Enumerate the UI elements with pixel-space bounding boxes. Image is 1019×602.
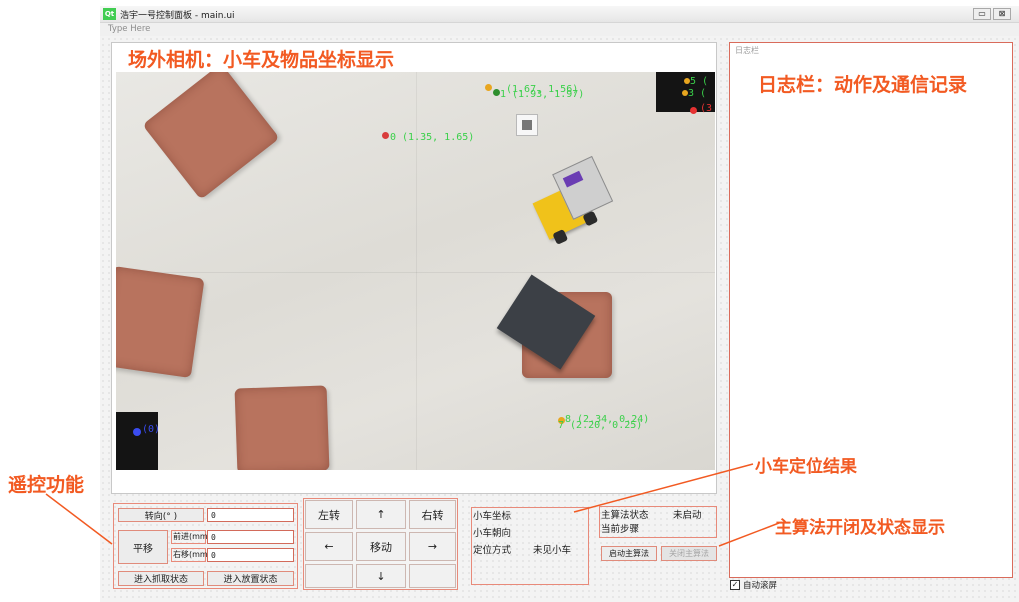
marker-label: (0) bbox=[142, 424, 161, 435]
title-bar: Qt 浩宇一号控制面板 - main.ui ▭ ⊠ bbox=[100, 6, 1019, 23]
algo-state-value: 未启动 bbox=[673, 510, 702, 521]
marker-label: 0 (1.35, 1.65) bbox=[390, 132, 475, 143]
menu-bar: Type Here bbox=[100, 23, 1019, 36]
window-title: 浩宇一号控制面板 - main.ui bbox=[120, 11, 235, 21]
backward-arrow-button[interactable]: ↓ bbox=[356, 564, 406, 588]
minimize-button[interactable]: ▭ bbox=[973, 8, 991, 20]
turn-button[interactable]: 转向(° ) bbox=[118, 508, 204, 522]
marker-label: 7 (2.20, 0.25) bbox=[558, 420, 643, 431]
auto-scroll-checkbox[interactable]: ✓ bbox=[730, 580, 740, 590]
move-button[interactable]: 移动 bbox=[356, 532, 406, 561]
marker-dot bbox=[382, 132, 389, 139]
left-arrow-button[interactable]: ← bbox=[305, 532, 353, 561]
annotation-algo: 主算法开闭及状态显示 bbox=[775, 518, 945, 538]
algo-step-label: 当前步骤 bbox=[601, 524, 640, 535]
robot-car bbox=[525, 153, 627, 250]
annotation-log: 日志栏：动作及通信记录 bbox=[758, 74, 968, 96]
marker-dot bbox=[690, 107, 697, 114]
dpad-empty-cell bbox=[409, 564, 456, 588]
camera-image: (1.67, 1.56) 1 (1.93, 1.97) 0 (1.35, 1.6… bbox=[116, 72, 715, 470]
auto-scroll-label: 自动滚屏 bbox=[743, 581, 778, 591]
log-panel: 日志栏 bbox=[729, 42, 1013, 578]
marker-dot bbox=[133, 428, 141, 436]
foam-tile-left bbox=[116, 266, 205, 378]
foam-tile-bottom bbox=[234, 385, 330, 470]
dpad-empty-cell bbox=[305, 564, 353, 588]
marker-label: (3 bbox=[700, 103, 713, 114]
translate-button[interactable]: 平移 bbox=[118, 530, 168, 564]
car-coord-label: 小车坐标 bbox=[473, 511, 512, 522]
foam-tile-top-left bbox=[142, 72, 280, 200]
forward-input[interactable]: 0 bbox=[207, 530, 294, 544]
start-algorithm-button[interactable]: 启动主算法 bbox=[601, 546, 657, 561]
log-panel-title: 日志栏 bbox=[735, 46, 759, 55]
turn-left-button[interactable]: 左转 bbox=[305, 500, 353, 529]
car-heading-label: 小车朝向 bbox=[473, 528, 512, 539]
paper-tag bbox=[516, 114, 538, 136]
right-move-label: 右移(mm) bbox=[171, 548, 211, 562]
marker-dot bbox=[485, 84, 492, 91]
annotation-camera: 场外相机：小车及物品坐标显示 bbox=[128, 49, 395, 71]
log-text-area[interactable] bbox=[730, 57, 1012, 577]
forward-label: 前进(mm) bbox=[171, 530, 211, 544]
turn-angle-input[interactable]: 0 bbox=[207, 508, 294, 522]
marker-dot bbox=[493, 89, 500, 96]
locate-method-value: 未见小车 bbox=[533, 545, 572, 556]
right-move-input[interactable]: 0 bbox=[207, 548, 294, 562]
marker-label: 5 ( bbox=[690, 76, 709, 87]
annotation-locate: 小车定位结果 bbox=[755, 457, 857, 477]
algo-state-label: 主算法状态 bbox=[601, 510, 649, 521]
qt-app-icon: Qt bbox=[103, 8, 116, 20]
menu-type-here[interactable]: Type Here bbox=[108, 24, 150, 34]
locate-method-label: 定位方式 bbox=[473, 545, 512, 556]
marker-label: 1 (1.93, 1.97) bbox=[500, 89, 585, 100]
annotation-remote-arrow bbox=[45, 493, 113, 545]
forward-arrow-button[interactable]: ↑ bbox=[356, 500, 406, 529]
grab-mode-button[interactable]: 进入抓取状态 bbox=[118, 571, 204, 586]
annotation-algo-arrow bbox=[718, 522, 780, 547]
stop-algorithm-button[interactable]: 关闭主算法 bbox=[661, 546, 717, 561]
turn-right-button[interactable]: 右转 bbox=[409, 500, 456, 529]
marker-label: 3 ( bbox=[688, 88, 707, 99]
dark-corner-bottom-left bbox=[116, 412, 158, 470]
place-mode-button[interactable]: 进入放置状态 bbox=[207, 571, 294, 586]
close-button[interactable]: ⊠ bbox=[993, 8, 1011, 20]
right-arrow-button[interactable]: → bbox=[409, 532, 456, 561]
